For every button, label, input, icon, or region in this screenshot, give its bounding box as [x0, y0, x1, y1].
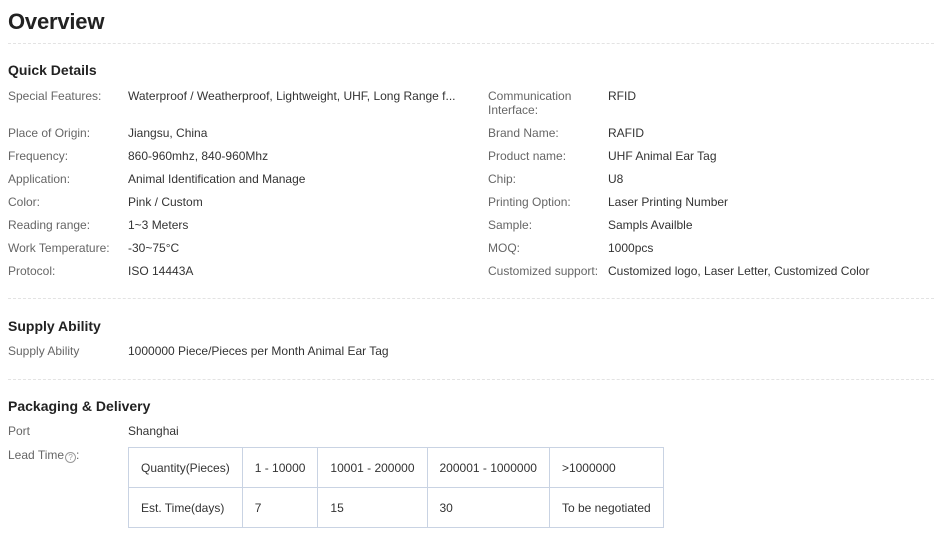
detail-value: Waterproof / Weatherproof, Lightweight, … [128, 89, 456, 103]
detail-label: Work Temperature: [8, 241, 110, 255]
detail-value: RAFID [608, 126, 644, 140]
detail-label: Customized support: [488, 264, 599, 278]
detail-label: Place of Origin: [8, 126, 91, 140]
detail-value: Jiangsu, China [128, 126, 208, 140]
supply-ability-title: Supply Ability [8, 318, 101, 334]
detail-value: Laser Printing Number [608, 195, 729, 209]
detail-label: Frequency: [8, 149, 69, 163]
detail-value: RFID [608, 89, 636, 103]
port-label: Port [8, 424, 31, 438]
detail-value: Animal Identification and Manage [128, 172, 306, 186]
detail-label: Communication Interface: [488, 89, 603, 117]
detail-value: Pink / Custom [128, 195, 203, 209]
help-icon[interactable]: ? [65, 452, 77, 463]
packaging-delivery-title: Packaging & Delivery [8, 398, 151, 414]
detail-label: Brand Name: [488, 126, 559, 140]
detail-label: Protocol: [8, 264, 56, 278]
divider [8, 298, 934, 299]
detail-label: Sample: [488, 218, 533, 232]
table-cell: 10001 - 200000 [317, 447, 428, 488]
detail-label-line: Communication [488, 89, 572, 103]
detail-value: Customized logo, Laser Letter, Customize… [608, 264, 870, 278]
table-row: Est. Time(days) 7 15 30 To be negotiated [128, 487, 664, 528]
detail-value: UHF Animal Ear Tag [608, 149, 717, 163]
detail-value: 1000pcs [608, 241, 654, 255]
table-cell: Quantity(Pieces) [128, 447, 243, 488]
detail-label: Printing Option: [488, 195, 571, 209]
divider [8, 43, 934, 44]
detail-label: Reading range: [8, 218, 91, 232]
table-row: Quantity(Pieces) 1 - 10000 10001 - 20000… [128, 447, 664, 488]
port-value: Shanghai [128, 424, 179, 438]
table-cell: To be negotiated [548, 487, 664, 528]
detail-value: 1~3 Meters [128, 218, 189, 232]
page-title: Overview [8, 9, 105, 34]
detail-label: Product name: [488, 149, 567, 163]
lead-time-text: Lead Time [8, 448, 65, 462]
detail-label: Color: [8, 195, 41, 209]
detail-label: Application: [8, 172, 71, 186]
detail-value: U8 [608, 172, 624, 186]
detail-value: ISO 14443A [128, 264, 194, 278]
detail-label: Chip: [488, 172, 517, 186]
table-cell: 15 [317, 487, 428, 528]
detail-label: Special Features: [8, 89, 102, 103]
quick-details-title: Quick Details [8, 62, 97, 78]
detail-value: Sampls Availble [608, 218, 693, 232]
lead-time-table: Quantity(Pieces) 1 - 10000 10001 - 20000… [128, 447, 664, 528]
lead-time-label: Lead Time?: [8, 448, 80, 463]
table-cell: >1000000 [548, 447, 664, 488]
detail-label: MOQ: [488, 241, 520, 255]
detail-value: 860-960mhz, 840-960Mhz [128, 149, 269, 163]
table-cell: Est. Time(days) [128, 487, 243, 528]
supply-ability-label: Supply Ability [8, 344, 80, 358]
detail-value: -30~75°C [128, 241, 180, 255]
supply-ability-value: 1000000 Piece/Pieces per Month Animal Ea… [128, 344, 389, 358]
table-cell: 1 - 10000 [241, 447, 319, 488]
table-cell: 30 [426, 487, 550, 528]
table-cell: 7 [241, 487, 319, 528]
detail-label-line: Interface: [488, 103, 539, 117]
table-cell: 200001 - 1000000 [426, 447, 550, 488]
divider [8, 379, 934, 380]
